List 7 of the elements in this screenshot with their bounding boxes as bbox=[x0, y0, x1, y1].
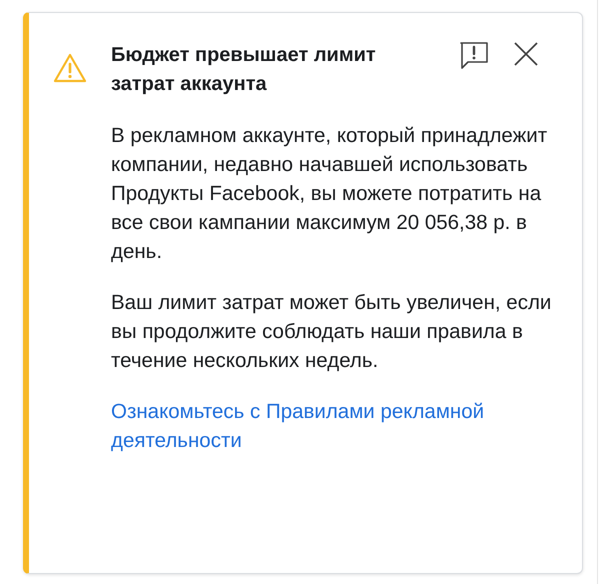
alert-text: Ваш лимит затрат может быть увеличен, если вы продолжите соблюдать наши правила в течение нескольких недель. bbox=[111, 290, 552, 374]
alert-text: В рекламном аккаунте, который принадлежит компании, недавно начавшей использовать Продукты Facebook, вы можете потратить на все свои кампании максимум 20 056,38 р. в день. bbox=[111, 123, 548, 265]
alert-title: Бюджет превышает лимит затрат аккаунта bbox=[111, 43, 377, 97]
policy-link[interactable]: Ознакомьтесь с Правилами рекламной деятельности bbox=[111, 397, 563, 455]
report-button[interactable] bbox=[459, 41, 489, 71]
warning-icon bbox=[53, 53, 87, 83]
close-button[interactable] bbox=[513, 41, 539, 67]
